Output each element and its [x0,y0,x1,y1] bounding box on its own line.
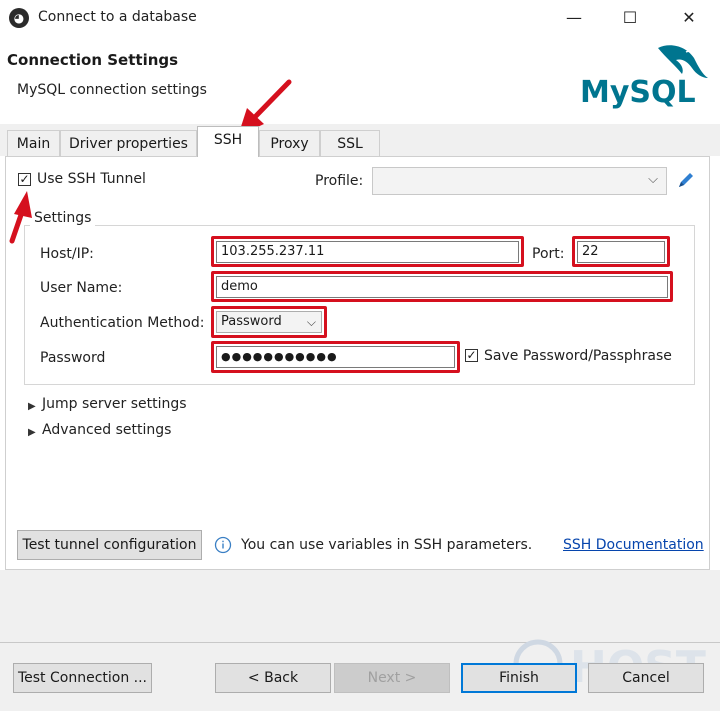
tab-proxy[interactable]: Proxy [259,130,320,156]
tab-main[interactable]: Main [7,130,60,156]
user-name-input[interactable]: demo [216,276,668,298]
mysql-logo-icon: MySQL [580,45,708,110]
chevron-down-icon: ⌵ [648,172,658,187]
settings-legend: Settings [30,210,96,226]
edit-pencil-icon[interactable] [676,170,696,190]
host-label: Host/IP: [40,246,94,262]
finish-button[interactable]: Finish [461,663,577,693]
tab-ssh[interactable]: SSH [197,126,259,157]
use-ssh-tunnel-checkbox[interactable]: ✓ [18,173,31,186]
save-password-checkbox[interactable]: ✓ [465,349,478,362]
jump-server-settings-toggle[interactable]: Jump server settings [42,396,187,412]
cancel-button[interactable]: Cancel [588,663,704,693]
expand-triangle-icon[interactable]: ▶ [28,401,36,412]
port-input[interactable]: 22 [577,241,665,263]
maximize-button[interactable]: ☐ [610,4,650,32]
info-text: You can use variables in SSH parameters. [241,537,533,553]
minimize-button[interactable]: — [554,4,594,32]
back-button[interactable]: < Back [215,663,331,693]
use-ssh-tunnel-label: Use SSH Tunnel [37,171,146,187]
host-input[interactable]: 103.255.237.11 [216,241,519,263]
ssh-documentation-link[interactable]: SSH Documentation [563,537,704,553]
next-button[interactable]: Next > [334,663,450,693]
mysql-logo-text: MySQL [580,75,696,110]
save-password-label: Save Password/Passphrase [484,348,672,364]
auth-method-value: Password [221,314,282,329]
window-title: Connect to a database [38,9,197,25]
page-subtitle: MySQL connection settings [17,82,207,98]
profile-label: Profile: [315,173,364,189]
dbeaver-app-icon: ◕ [9,8,29,28]
auth-method-label: Authentication Method: [40,315,205,331]
tab-driver-properties[interactable]: Driver properties [60,130,197,156]
advanced-settings-toggle[interactable]: Advanced settings [42,422,171,438]
profile-select[interactable]: ⌵ [372,167,667,195]
test-connection-button[interactable]: Test Connection ... [13,663,152,693]
expand-triangle-icon[interactable]: ▶ [28,427,36,438]
auth-method-select[interactable]: Password ⌵ [216,311,322,333]
user-name-label: User Name: [40,280,123,296]
page-title: Connection Settings [7,51,179,69]
chevron-down-icon: ⌵ [306,315,316,329]
tab-ssl[interactable]: SSL [320,130,380,156]
password-input[interactable]: ●●●●●●●●●●● [216,346,455,368]
port-label: Port: [532,246,565,262]
test-tunnel-button[interactable]: Test tunnel configuration [17,530,202,560]
close-button[interactable]: ✕ [669,4,709,32]
password-label: Password [40,350,106,366]
info-icon [214,536,232,554]
